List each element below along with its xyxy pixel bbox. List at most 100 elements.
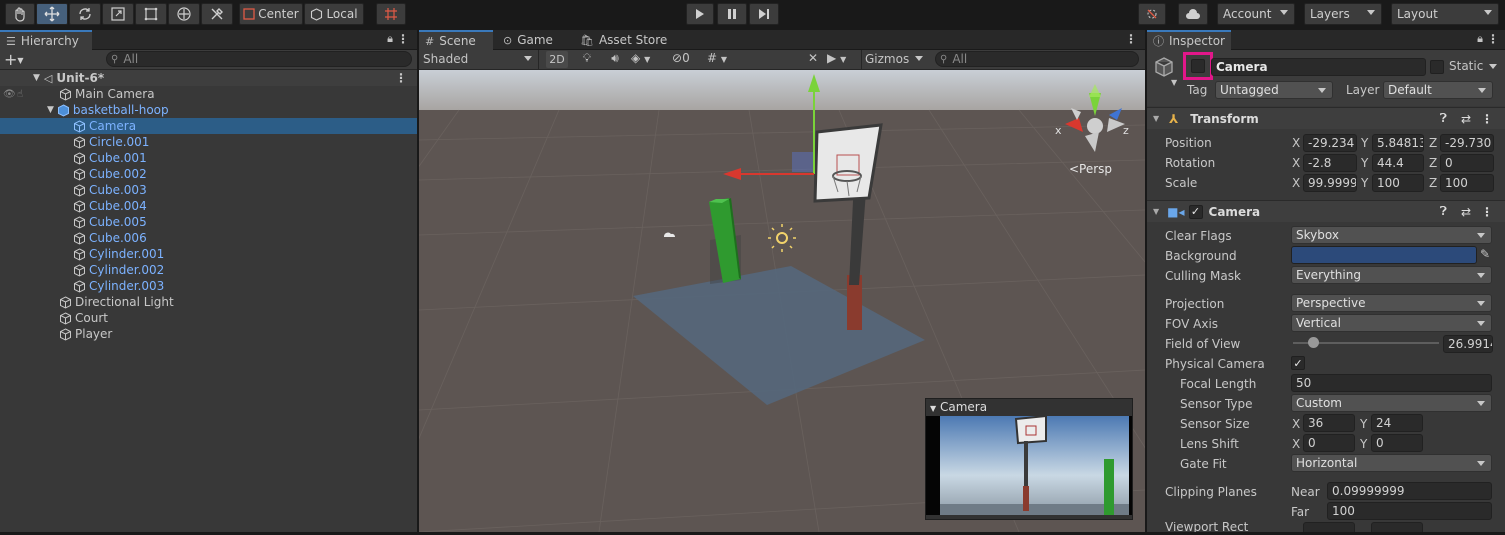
hierarchy-item[interactable]: ▼ basketball-hoop <box>0 102 417 118</box>
hierarchy-item[interactable]: Cube.005 <box>0 214 417 230</box>
scale-tool-button[interactable] <box>102 3 134 25</box>
move-tool-button[interactable] <box>36 3 68 25</box>
gizmos-dropdown[interactable]: Gizmos <box>861 50 929 69</box>
rect-tool-button[interactable] <box>135 3 167 25</box>
toggle-2d-button[interactable]: 2D <box>546 51 568 68</box>
lens-y-field[interactable]: 0 <box>1371 434 1423 452</box>
transform-header[interactable]: ▼ ⅄ Transform ❓︎ ⇄ ⋮ <box>1147 107 1505 129</box>
preset-icon[interactable]: ⇄ <box>1461 112 1471 126</box>
foldout-arrow-icon[interactable]: ▼ <box>1153 207 1159 216</box>
pivot-toggle-button[interactable]: Center <box>239 3 303 25</box>
add-object-button[interactable]: +▼ <box>4 50 24 69</box>
layer-dropdown[interactable]: Default <box>1383 81 1493 99</box>
lens-x-field[interactable]: 0 <box>1303 434 1355 452</box>
pickable-hand-icon[interactable]: ☝︎ <box>17 89 23 100</box>
cloud-button[interactable] <box>1178 3 1208 25</box>
culling-mask-dropdown[interactable]: Everything <box>1291 266 1492 284</box>
lock-icon[interactable]: 🔒︎ <box>387 32 393 46</box>
clear-flags-dropdown[interactable]: Skybox <box>1291 226 1492 244</box>
component-menu-icon[interactable]: ⋮ <box>1481 205 1493 219</box>
visibility-eye-icon[interactable]: 👁︎ <box>3 89 16 100</box>
panel-menu-icon[interactable]: ⋮ <box>397 32 409 46</box>
hierarchy-item[interactable]: 👁︎ ☝︎ Main Camera <box>0 86 417 102</box>
rotate-tool-button[interactable] <box>69 3 101 25</box>
gate-fit-dropdown[interactable]: Horizontal <box>1291 454 1492 472</box>
hierarchy-item-selected[interactable]: Camera <box>0 118 417 134</box>
viewport-y-field[interactable] <box>1371 522 1423 532</box>
tab-inspector[interactable]: ⓘ Inspector <box>1147 30 1231 50</box>
hierarchy-item[interactable]: Cube.006 <box>0 230 417 246</box>
hand-tool-button[interactable] <box>5 3 35 25</box>
hierarchy-item[interactable]: Cube.001 <box>0 150 417 166</box>
hierarchy-item[interactable]: Cylinder.002 <box>0 262 417 278</box>
far-field[interactable]: 100 <box>1327 502 1492 520</box>
sensor-x-field[interactable]: 36 <box>1303 414 1355 432</box>
hierarchy-item[interactable]: Directional Light <box>0 294 417 310</box>
rotation-y-field[interactable]: 44.4 <box>1372 154 1424 172</box>
eyedropper-icon[interactable]: ✎ <box>1480 247 1490 261</box>
expand-arrow-icon[interactable]: ▼ <box>33 73 40 83</box>
position-y-field[interactable]: 5.84813 <box>1372 134 1424 152</box>
effects-dropdown[interactable]: ◈ ▼ <box>631 51 665 65</box>
sensor-y-field[interactable]: 24 <box>1371 414 1423 432</box>
hierarchy-item[interactable]: Player <box>0 326 417 342</box>
fov-axis-dropdown[interactable]: Vertical <box>1291 314 1492 332</box>
sensor-type-dropdown[interactable]: Custom <box>1291 394 1492 412</box>
expand-arrow-icon[interactable]: ▼ <box>47 105 54 115</box>
background-color-swatch[interactable] <box>1291 246 1477 264</box>
tab-scene[interactable]: # Scene <box>419 30 493 50</box>
hierarchy-search-input[interactable]: ⚲ All <box>106 51 412 67</box>
custom-tools-button[interactable] <box>201 3 233 25</box>
preset-icon[interactable]: ⇄ <box>1461 205 1471 219</box>
scene-panel-menu-icon[interactable]: ⋮ <box>1125 32 1137 46</box>
fov-value-field[interactable]: 26.9914 <box>1443 335 1493 353</box>
tools-toggle-button[interactable]: ✕ <box>803 51 823 65</box>
hierarchy-item[interactable]: Court <box>0 310 417 326</box>
scene-search-input[interactable]: ⚲ All <box>935 51 1139 67</box>
viewport-x-field[interactable] <box>1303 522 1355 532</box>
chevron-down-icon[interactable]: ▼ <box>1171 78 1177 87</box>
lock-icon[interactable]: 🔒︎ <box>1477 32 1483 46</box>
scale-x-field[interactable]: 99.99999 <box>1303 174 1357 192</box>
camera-dropdown[interactable]: ▶ ▼ <box>827 51 859 65</box>
hidden-objects-toggle[interactable]: ⊘0 <box>672 51 702 65</box>
layout-dropdown[interactable]: Layout <box>1391 3 1499 25</box>
collab-button[interactable] <box>1138 3 1166 25</box>
move-gizmo-plane[interactable] <box>792 152 813 172</box>
active-checkbox[interactable] <box>1191 59 1205 73</box>
lighting-toggle-button[interactable]: 💡︎ <box>577 51 597 66</box>
tab-hierarchy[interactable]: ☰ Hierarchy <box>0 30 92 50</box>
pause-button[interactable] <box>717 3 747 25</box>
near-field[interactable]: 0.09999999 <box>1327 482 1492 500</box>
hierarchy-item[interactable]: Circle.001 <box>0 134 417 150</box>
persp-label[interactable]: <Persp <box>1069 162 1112 176</box>
scene-menu-icon[interactable]: ⋮ <box>395 71 407 85</box>
fov-slider-thumb[interactable] <box>1308 337 1320 348</box>
collapse-arrow-icon[interactable]: ▼ <box>930 404 936 413</box>
tab-asset-store[interactable]: 🛍︎ Asset Store <box>574 30 674 50</box>
layers-dropdown[interactable]: Layers <box>1304 3 1382 25</box>
play-button[interactable] <box>686 3 714 25</box>
account-dropdown[interactable]: Account <box>1217 3 1295 25</box>
physical-camera-checkbox[interactable]: ✓ <box>1291 356 1305 370</box>
scene-viewport[interactable]: x z <Persp ▼ Camera <box>419 70 1145 532</box>
camera-enabled-checkbox[interactable]: ✓ <box>1188 204 1203 219</box>
static-dropdown[interactable]: Static <box>1447 58 1503 76</box>
audio-toggle-button[interactable]: 🔊︎ <box>605 51 625 66</box>
scale-z-field[interactable]: 100 <box>1440 174 1494 192</box>
hierarchy-item[interactable]: Cube.003 <box>0 182 417 198</box>
projection-dropdown[interactable]: Perspective <box>1291 294 1492 312</box>
rotation-x-field[interactable]: -2.8 <box>1303 154 1357 172</box>
hierarchy-item[interactable]: Cube.004 <box>0 198 417 214</box>
camera-component-header[interactable]: ▼ ■◂ ✓ Camera ❓︎ ⇄ ⋮ <box>1147 200 1505 222</box>
static-checkbox[interactable] <box>1430 60 1444 74</box>
help-icon[interactable]: ❓︎ <box>1440 204 1447 219</box>
tag-dropdown[interactable]: Untagged <box>1215 81 1333 99</box>
scene-row[interactable]: ▼ ◁ Unit-6* ⋮ <box>0 70 417 86</box>
hierarchy-item[interactable]: Cylinder.001 <box>0 246 417 262</box>
component-menu-icon[interactable]: ⋮ <box>1481 112 1493 126</box>
hierarchy-item[interactable]: Cylinder.003 <box>0 278 417 294</box>
rotation-z-field[interactable]: 0 <box>1440 154 1494 172</box>
scale-y-field[interactable]: 100 <box>1372 174 1424 192</box>
space-toggle-button[interactable]: Local <box>304 3 364 25</box>
